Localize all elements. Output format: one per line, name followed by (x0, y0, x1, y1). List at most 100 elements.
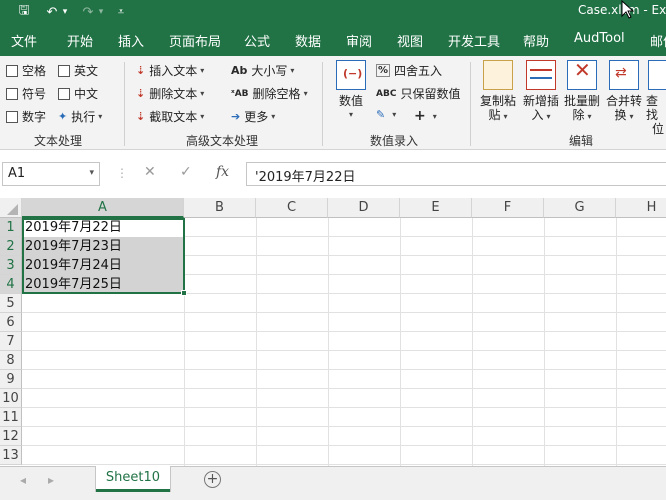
next-sheet-icon[interactable]: ▸ (48, 473, 54, 487)
ribbon-tabs: 文件 开始 插入 页面布局 公式 数据 审阅 视图 开发工具 帮助 AudToo… (0, 24, 666, 56)
chevron-down-icon[interactable]: ▾ (89, 168, 94, 178)
select-all-corner[interactable] (0, 198, 22, 218)
lookup-button[interactable]: 查找 位 (646, 60, 666, 136)
redo-icon[interactable]: ↷ (80, 2, 96, 22)
copy-paste-button[interactable]: 复制粘 贴 ▾ (478, 60, 518, 124)
grid-row (22, 313, 666, 332)
dropdown-icon: ▾ (200, 112, 205, 121)
cancel-icon[interactable]: ✕ (144, 164, 156, 180)
checkbox-symbol[interactable]: 符号 (6, 85, 46, 102)
checkbox-english[interactable]: 英文 (58, 62, 98, 79)
undo-icon[interactable]: ↶ (44, 2, 60, 22)
column-header-h[interactable]: H (616, 198, 666, 218)
round-icon: % (376, 64, 391, 77)
row-header-5[interactable]: 5 (0, 294, 22, 313)
column-header-f[interactable]: F (472, 198, 544, 218)
checkbox-icon[interactable] (6, 110, 18, 123)
row-header-1[interactable]: 1 (0, 218, 22, 237)
tab-mail[interactable]: 邮件 (650, 31, 666, 50)
insert-text-button[interactable]: ⇣ 插入文本 ▾ (136, 62, 204, 79)
fill-handle[interactable] (181, 290, 187, 296)
group-divider (470, 62, 471, 146)
checkbox-icon[interactable] (58, 87, 70, 100)
button-label: 大小写 (251, 64, 288, 78)
tab-file[interactable]: 文件 (11, 31, 37, 50)
button-label: 合并转 (605, 94, 642, 108)
merge-convert-button[interactable]: ⇄ 合并转 换 ▾ (604, 60, 644, 124)
tab-developer[interactable]: 开发工具 (448, 31, 500, 50)
undo-dropdown-icon[interactable]: ▾ (60, 2, 70, 22)
column-header-b[interactable]: B (184, 198, 256, 218)
status-bar (0, 494, 666, 500)
tab-insert[interactable]: 插入 (118, 31, 144, 50)
drag-handle-icon[interactable]: ⋮ (116, 166, 128, 180)
cell-a2[interactable]: 2019年7月23日 (22, 237, 184, 256)
redo-dropdown-icon[interactable]: ▾ (96, 2, 106, 22)
add-sheet-icon[interactable]: + (204, 471, 221, 488)
tab-formulas[interactable]: 公式 (244, 31, 270, 50)
sheet-tab-sheet10[interactable]: Sheet10 (96, 466, 170, 492)
column-header-e[interactable]: E (400, 198, 472, 218)
formula-input[interactable]: '2019年7月22日 (246, 162, 666, 186)
customize-qat-icon[interactable]: ⩡ (114, 2, 128, 22)
keep-value-button[interactable]: ABC 只保留数值 (376, 85, 460, 102)
delete-space-button[interactable]: ˣAB 删除空格 ▾ (231, 85, 308, 102)
row-header-10[interactable]: 10 (0, 389, 22, 408)
value-button[interactable]: (−) 数值 ▾ (334, 60, 368, 122)
insert-function-icon[interactable]: fx (216, 164, 229, 180)
column-header-d[interactable]: D (328, 198, 400, 218)
row-header-13[interactable]: 13 (0, 446, 22, 465)
column-header-g[interactable]: G (544, 198, 616, 218)
extract-text-button[interactable]: ⇣ 截取文本 ▾ (136, 108, 204, 125)
cell-a4[interactable]: 2019年7月25日 (22, 275, 184, 294)
checkbox-icon[interactable] (58, 64, 70, 77)
name-box[interactable]: A1 ▾ (2, 162, 100, 186)
tab-view[interactable]: 视图 (397, 31, 423, 50)
row-header-6[interactable]: 6 (0, 313, 22, 332)
tab-help[interactable]: 帮助 (523, 31, 549, 50)
tab-home[interactable]: 开始 (67, 31, 93, 50)
case-icon: Ab (231, 64, 248, 77)
batch-delete-button[interactable]: ✕ 批量删 除 ▾ (562, 60, 602, 124)
checkbox-chinese[interactable]: 中文 (58, 85, 98, 102)
column-header-a[interactable]: A (22, 198, 184, 218)
tab-data[interactable]: 数据 (295, 31, 321, 50)
cell-a1[interactable]: 2019年7月22日 (22, 218, 184, 237)
prev-sheet-icon[interactable]: ◂ (20, 473, 26, 487)
round-button[interactable]: % 四舍五入 (376, 62, 442, 79)
checkbox-icon[interactable] (6, 87, 18, 100)
checkbox-number[interactable]: 数字 (6, 108, 46, 125)
save-icon[interactable]: 🖫 (14, 2, 34, 22)
tab-audtool[interactable]: AudTool (574, 31, 625, 46)
cell-a3[interactable]: 2019年7月24日 (22, 256, 184, 275)
edit-format-button[interactable]: ✎ ▾ (376, 108, 396, 121)
button-label-line2: 贴 ▾ (488, 108, 508, 122)
row-header-3[interactable]: 3 (0, 256, 22, 275)
row-header-9[interactable]: 9 (0, 370, 22, 389)
case-button[interactable]: Ab 大小写 ▾ (231, 62, 294, 79)
button-label: 删除空格 (252, 87, 301, 101)
row-header-11[interactable]: 11 (0, 408, 22, 427)
checkbox-label: 符号 (22, 87, 47, 101)
tab-page-layout[interactable]: 页面布局 (169, 31, 221, 50)
spreadsheet-grid[interactable]: A B C D E F G H 1 2 3 4 5 6 7 8 9 10 11 … (0, 198, 666, 466)
row-header-12[interactable]: 12 (0, 427, 22, 446)
add-button[interactable]: + ▾ (414, 108, 437, 124)
checkbox-label: 中文 (74, 87, 99, 101)
button-label: 数值 (338, 94, 363, 108)
row-header-2[interactable]: 2 (0, 237, 22, 256)
more-button[interactable]: ➔ 更多 ▾ (231, 108, 275, 125)
delete-text-button[interactable]: ⇣ 删除文本 ▾ (136, 85, 204, 102)
column-header-c[interactable]: C (256, 198, 328, 218)
execute-button[interactable]: ✦ 执行 ▾ (58, 108, 102, 125)
grid-row (22, 389, 666, 408)
enter-icon[interactable]: ✓ (180, 164, 192, 180)
new-insert-button[interactable]: 新增插 入 ▾ (520, 60, 562, 124)
row-header-4[interactable]: 4 (0, 275, 22, 294)
row-header-7[interactable]: 7 (0, 332, 22, 351)
row-header-8[interactable]: 8 (0, 351, 22, 370)
tab-review[interactable]: 审阅 (346, 31, 372, 50)
checkbox-space[interactable]: 空格 (6, 62, 46, 79)
button-label: 查找 (646, 94, 659, 122)
checkbox-icon[interactable] (6, 64, 18, 77)
